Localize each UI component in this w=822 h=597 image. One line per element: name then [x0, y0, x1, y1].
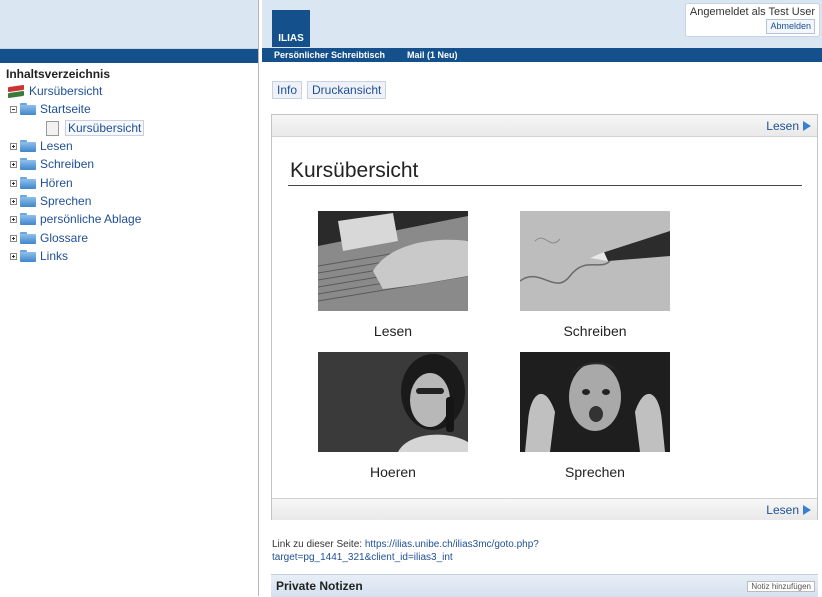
toc-title: Inhaltsverzeichnis [6, 67, 111, 81]
page-nav-top: Lesen [272, 115, 817, 137]
speaking-man-image[interactable] [520, 352, 670, 452]
tab-druckansicht[interactable]: Druckansicht [307, 81, 387, 99]
toc-item-label[interactable]: persönliche Ablage [40, 212, 141, 226]
course-books-icon [8, 85, 24, 98]
toc-item-sprechen[interactable]: Sprechen [10, 193, 91, 209]
logged-in-as-text: Angemeldet als Test User [689, 6, 815, 18]
main-menu: Persönlicher Schreibtisch Mail (1 Neu) [262, 48, 822, 62]
folder-icon [20, 195, 36, 207]
next-page-link[interactable]: Lesen [766, 503, 799, 517]
private-notes-title: Private Notizen [276, 579, 363, 593]
tile-schreiben[interactable]: Schreiben [520, 211, 670, 339]
expand-icon[interactable] [10, 234, 17, 242]
writing-pen-image[interactable] [520, 211, 670, 311]
ilias-logo[interactable]: ILIAS [272, 10, 310, 47]
toc-item-label[interactable]: Kursübersicht [29, 84, 102, 98]
expand-icon[interactable] [10, 142, 17, 150]
permalink-prefix: Link zu dieser Seite: [272, 539, 365, 550]
menu-personal-desktop[interactable]: Persönlicher Schreibtisch [274, 50, 385, 60]
toc-blue-strip [0, 49, 258, 63]
page-nav-bottom: Lesen [272, 498, 817, 520]
add-note-button[interactable]: Notiz hinzufügen [747, 581, 815, 592]
expand-icon[interactable] [10, 252, 17, 260]
page-title: Kursübersicht [290, 159, 419, 182]
toc-item-ablage[interactable]: persönliche Ablage [10, 211, 141, 227]
folder-icon [20, 158, 36, 170]
toc-item-hoeren[interactable]: Hören [10, 175, 73, 191]
toc-item-glossare[interactable]: Glossare [10, 230, 88, 246]
expand-icon[interactable] [10, 160, 17, 168]
reading-hands-image[interactable] [318, 211, 468, 311]
toc-frame: Inhaltsverzeichnis Kursübersicht Startse… [0, 0, 259, 596]
page-content-box: Lesen Kursübersicht Lesen Schreiben Hoer… [271, 114, 818, 520]
folder-icon [20, 250, 36, 262]
toc-item-label[interactable]: Glossare [40, 231, 88, 245]
toc-item-label[interactable]: Kursübersicht [65, 120, 145, 136]
toc-item-label[interactable]: Hören [40, 176, 73, 190]
folder-icon [20, 177, 36, 189]
page-header: ILIAS Angemeldet als Test User Abmelden [262, 0, 822, 48]
toc-item-lesen[interactable]: Lesen [10, 138, 73, 154]
folder-icon [20, 140, 36, 152]
login-status: Angemeldet als Test User Abmelden [684, 3, 820, 37]
tile-lesen[interactable]: Lesen [318, 211, 468, 339]
toc-item-label[interactable]: Links [40, 249, 68, 263]
toc-item-course-root[interactable]: Kursübersicht [8, 83, 102, 99]
toc-item-startseite[interactable]: Startseite [10, 101, 91, 117]
folder-icon [20, 232, 36, 244]
expand-icon[interactable] [10, 215, 17, 223]
title-divider [288, 185, 802, 186]
logout-button[interactable]: Abmelden [766, 19, 815, 34]
private-notes-bar: Private Notizen Notiz hinzufügen [271, 574, 818, 597]
expand-icon[interactable] [10, 197, 17, 205]
next-page-link[interactable]: Lesen [766, 119, 799, 133]
tile-caption[interactable]: Hoeren [318, 464, 468, 480]
page-icon [46, 120, 59, 136]
toc-item-kursuebersicht-current[interactable]: Kursübersicht [46, 120, 145, 136]
toc-item-label[interactable]: Sprechen [40, 194, 91, 208]
tile-hoeren[interactable]: Hoeren [318, 352, 468, 480]
tile-caption[interactable]: Lesen [318, 323, 468, 339]
toc-header-band [0, 0, 258, 49]
menu-mail[interactable]: Mail (1 Neu) [407, 50, 458, 60]
tabs: Info Druckansicht [272, 81, 387, 99]
folder-icon [20, 103, 36, 115]
phone-woman-image[interactable] [318, 352, 468, 452]
folder-icon [20, 213, 36, 225]
content-frame: ILIAS Angemeldet als Test User Abmelden … [262, 0, 822, 597]
tab-info[interactable]: Info [272, 81, 303, 99]
permalink-section: Link zu dieser Seite: https://ilias.unib… [272, 538, 692, 564]
toc-item-label[interactable]: Lesen [40, 139, 73, 153]
toc-item-label[interactable]: Schreiben [40, 157, 94, 171]
collapse-icon[interactable] [10, 105, 17, 113]
toc-item-links[interactable]: Links [10, 248, 68, 264]
toc-item-label[interactable]: Startseite [40, 102, 91, 116]
toc-item-schreiben[interactable]: Schreiben [10, 156, 94, 172]
tile-sprechen[interactable]: Sprechen [520, 352, 670, 480]
next-arrow-icon[interactable] [803, 120, 811, 131]
next-arrow-icon[interactable] [803, 504, 811, 515]
tile-caption[interactable]: Schreiben [520, 323, 670, 339]
tile-caption[interactable]: Sprechen [520, 464, 670, 480]
expand-icon[interactable] [10, 179, 17, 187]
